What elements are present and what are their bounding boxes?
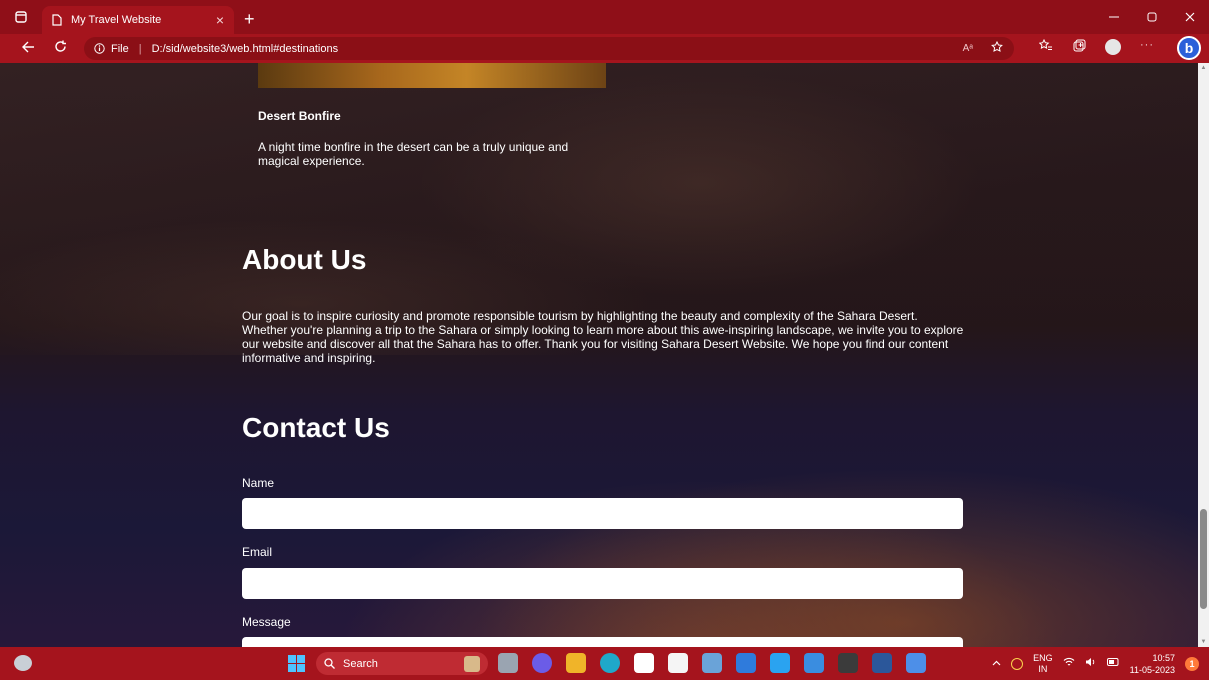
weather-icon[interactable]: [14, 655, 32, 671]
clock-date: 11-05-2023: [1129, 664, 1175, 675]
name-input[interactable]: [242, 498, 963, 529]
scroll-up-icon[interactable]: ▲: [1198, 63, 1209, 73]
message-input[interactable]: [242, 637, 963, 647]
notification-badge[interactable]: 1: [1185, 656, 1199, 671]
calculator-icon[interactable]: [736, 653, 756, 673]
email-label: Email: [242, 545, 273, 559]
address-scheme: File: [111, 42, 129, 55]
email-input[interactable]: [242, 568, 963, 599]
page-icon: [52, 14, 62, 26]
windows-logo-icon: [297, 655, 305, 663]
address-separator: |: [138, 42, 142, 55]
favorites-button[interactable]: [1028, 38, 1062, 58]
destination-card-description: A night time bonfire in the desert can b…: [258, 140, 569, 168]
page-viewport: Desert Bonfire A night time bonfire in t…: [0, 63, 1198, 647]
close-window-button[interactable]: [1171, 0, 1209, 34]
tab-active[interactable]: My Travel Website ×: [42, 6, 234, 34]
start-button[interactable]: [288, 655, 305, 672]
bing-copilot-button[interactable]: b: [1177, 36, 1201, 60]
notepad-icon[interactable]: [906, 653, 926, 673]
favorites-icon: [1038, 38, 1052, 50]
tray-app-icon[interactable]: [1011, 657, 1024, 670]
clock[interactable]: 10:57 11-05-2023: [1130, 652, 1175, 676]
collections-icon: [1073, 39, 1085, 52]
restore-button[interactable]: [1133, 0, 1171, 34]
collections-button[interactable]: [1062, 39, 1096, 58]
taskbar-search[interactable]: Search: [316, 652, 488, 675]
windows-logo-icon: [288, 655, 296, 663]
read-aloud-icon[interactable]: Aᵃ: [963, 43, 973, 54]
search-icon: [324, 658, 335, 669]
edge-icon[interactable]: [600, 653, 620, 673]
back-button[interactable]: [12, 40, 44, 57]
address-url: D:/sid/website3/web.html#destinations: [151, 42, 339, 55]
windows-taskbar: Search ENG IN 10:57 11-05-2023 1: [0, 647, 1209, 680]
windows-logo-icon: [297, 664, 305, 672]
system-tray: ENG IN 10:57 11-05-2023 1: [992, 647, 1199, 680]
language-indicator[interactable]: ENG IN: [1033, 653, 1053, 675]
browser-titlebar: My Travel Website × +: [0, 0, 1209, 34]
volume-icon[interactable]: [1085, 657, 1097, 670]
minimize-button[interactable]: [1095, 0, 1133, 34]
page-scrollbar[interactable]: ▲ ▼: [1198, 63, 1209, 647]
about-text: Our goal is to inspire curiosity and pro…: [242, 309, 964, 365]
windows-logo-icon: [288, 664, 296, 672]
profile-button[interactable]: [1096, 39, 1130, 58]
refresh-button[interactable]: [44, 40, 76, 57]
battery-icon[interactable]: [1106, 658, 1120, 669]
close-icon: [1185, 12, 1195, 22]
destination-card-image: [258, 63, 606, 88]
browser-toolbar: File | D:/sid/website3/web.html#destinat…: [0, 34, 1209, 63]
language-code: ENG: [1033, 652, 1053, 663]
more-button[interactable]: ···: [1130, 39, 1164, 58]
info-icon: [94, 43, 105, 54]
tab-close-button[interactable]: ×: [216, 12, 224, 28]
refresh-icon: [54, 40, 66, 52]
restore-icon: [1147, 12, 1157, 22]
name-label: Name: [242, 476, 275, 490]
destination-card-title: Desert Bonfire: [258, 109, 341, 123]
file-explorer-icon[interactable]: [566, 653, 586, 673]
word-icon[interactable]: [872, 653, 892, 673]
new-tab-button[interactable]: +: [244, 4, 255, 34]
mail-icon[interactable]: [804, 653, 824, 673]
language-region: IN: [1038, 663, 1048, 674]
minimize-icon: [1109, 16, 1119, 18]
avatar: [1105, 39, 1121, 55]
address-bar[interactable]: File | D:/sid/website3/web.html#destinat…: [84, 37, 1014, 60]
teams-chat-icon[interactable]: [532, 653, 552, 673]
arrow-left-icon: [21, 41, 34, 53]
message-label: Message: [242, 615, 291, 629]
tab-actions-button[interactable]: [0, 0, 42, 34]
tab-actions-icon: [15, 11, 27, 23]
scroll-thumb[interactable]: [1200, 509, 1207, 609]
document-icon[interactable]: [668, 653, 688, 673]
vscode-icon[interactable]: [770, 653, 790, 673]
chevron-up-icon[interactable]: [992, 658, 1001, 669]
search-highlight-icon: [464, 655, 480, 672]
clock-time: 10:57: [1152, 652, 1175, 663]
add-favorite-icon[interactable]: [991, 40, 1004, 56]
store-icon[interactable]: [634, 653, 654, 673]
wifi-icon[interactable]: [1063, 657, 1075, 670]
photos-icon[interactable]: [702, 653, 722, 673]
search-label: Search: [343, 657, 378, 670]
task-view-icon[interactable]: [498, 653, 518, 673]
about-heading: About Us: [242, 244, 367, 275]
scroll-down-icon[interactable]: ▼: [1198, 637, 1209, 647]
tab-title: My Travel Website: [71, 14, 162, 26]
contact-heading: Contact Us: [242, 412, 390, 443]
terminal-icon[interactable]: [838, 653, 858, 673]
